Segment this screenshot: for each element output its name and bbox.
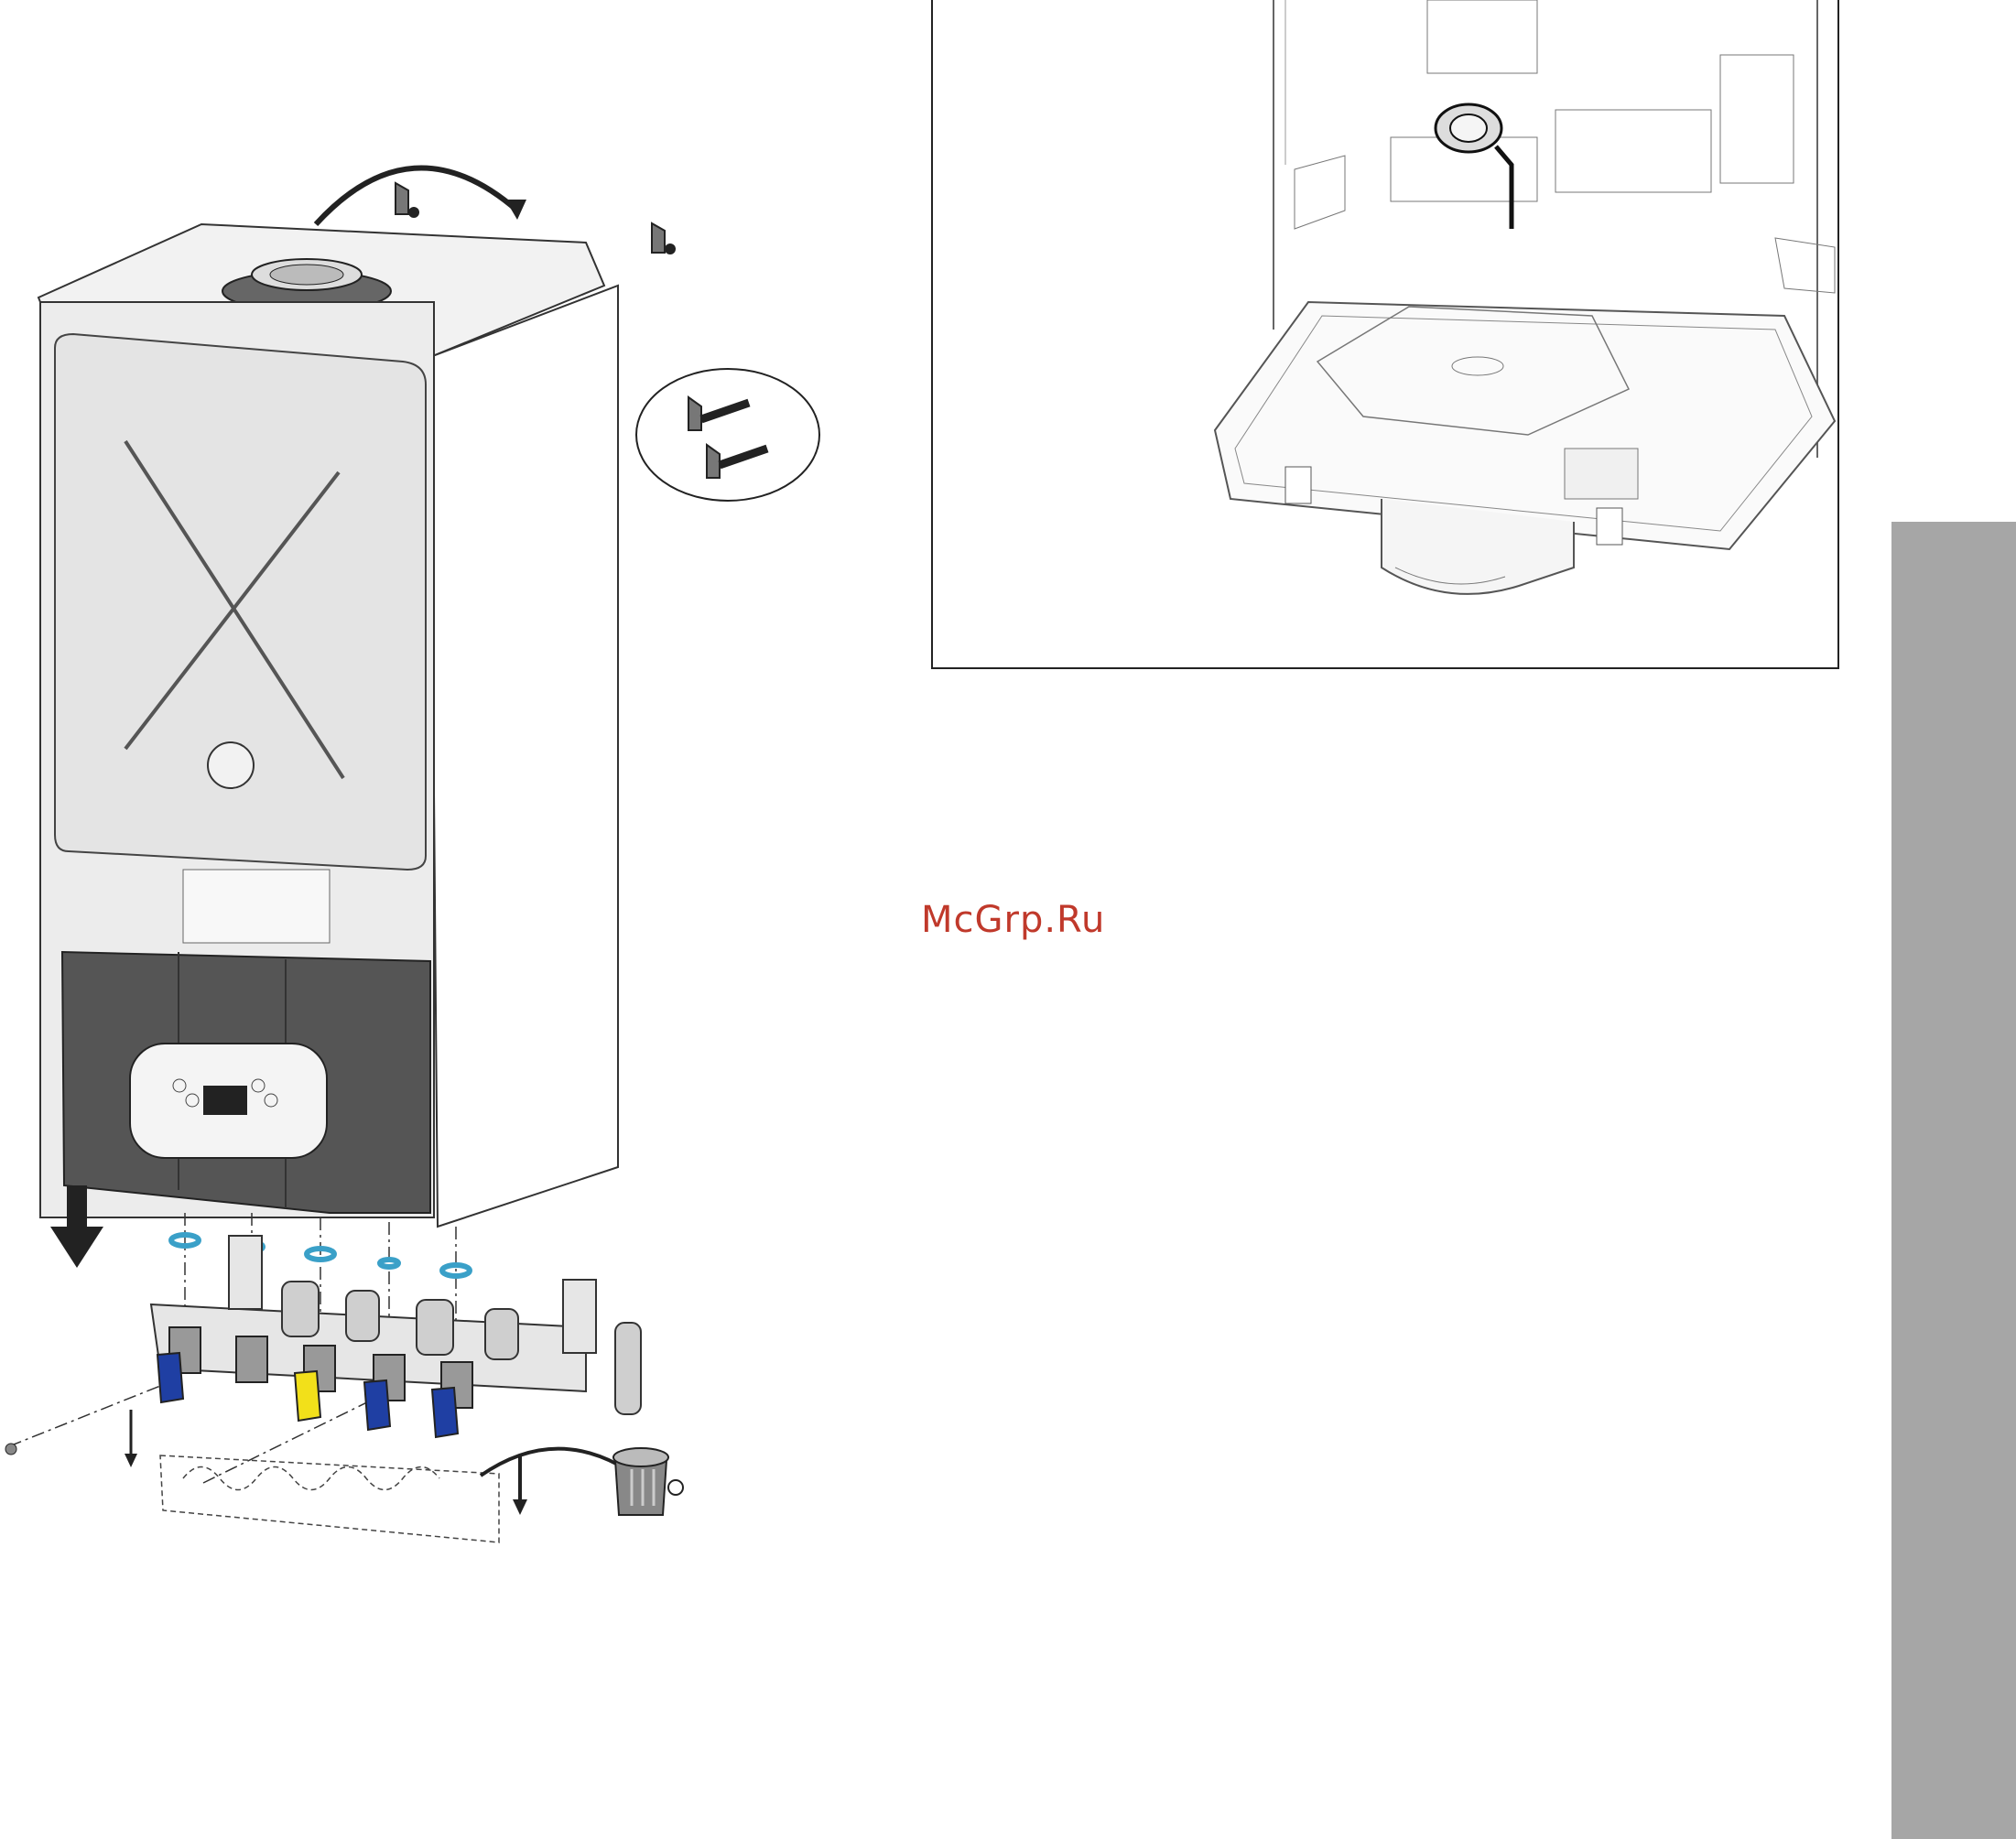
bracket-icon <box>395 181 419 218</box>
watermark: McGrp.Ru <box>921 899 1106 941</box>
burner-detail-illustration <box>1213 0 1837 595</box>
arrow-down-icon <box>125 1410 137 1467</box>
manual-page: McGrp.Ru <box>0 0 2016 1839</box>
detail-frame <box>931 0 1839 669</box>
bracket-icon <box>651 222 676 254</box>
side-tab <box>1891 522 2016 1839</box>
trash-bin-icon <box>612 1447 684 1516</box>
boiler-illustration <box>5 165 820 1543</box>
curved-arrow-icon <box>479 1446 619 1477</box>
